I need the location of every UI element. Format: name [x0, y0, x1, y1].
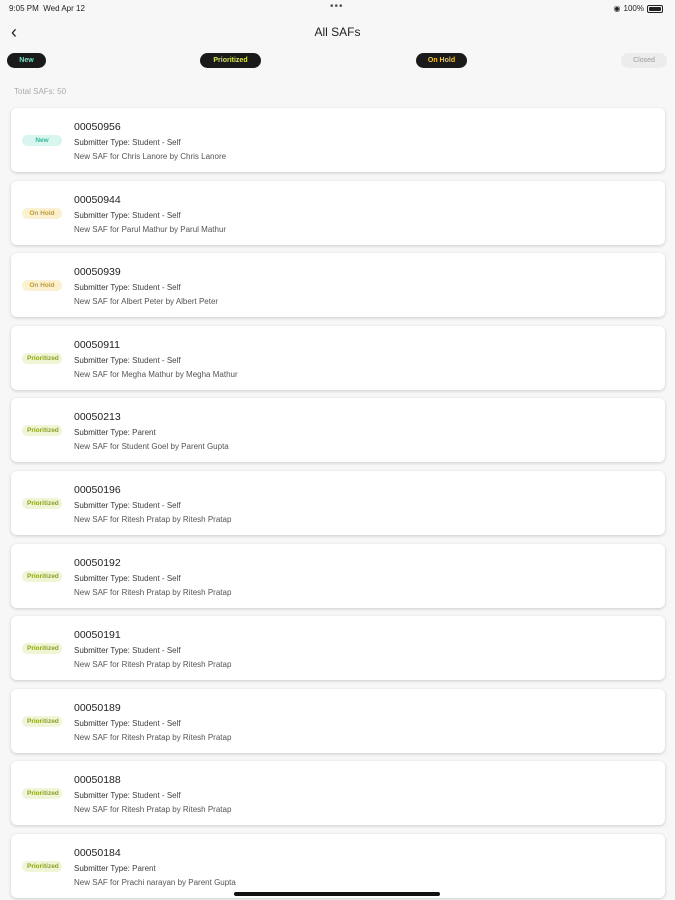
- filter-on-hold[interactable]: On Hold: [416, 53, 467, 68]
- submitter-type-label: Submitter Type:: [74, 500, 130, 510]
- saf-card[interactable]: Prioritized 00050191 Submitter Type: Stude…: [11, 616, 665, 681]
- submitter-type: Submitter Type: Student - Self: [74, 356, 181, 365]
- submitter-type-value: Parent: [132, 863, 156, 873]
- filter-closed[interactable]: Closed: [621, 53, 667, 68]
- submitter-type-value: Student - Self: [132, 500, 181, 510]
- saf-card[interactable]: New 00050956 Submitter Type: Student - Sel…: [11, 108, 665, 172]
- saf-description: New SAF for Albert Peter by Albert Peter: [74, 297, 219, 307]
- submitter-type-value: Student - Self: [132, 718, 181, 728]
- filter-new[interactable]: New: [7, 53, 46, 68]
- submitter-type-label: Submitter Type:: [74, 863, 130, 873]
- submitter-type-value: Student - Self: [132, 138, 181, 147]
- status-badge: Prioritized: [22, 860, 62, 872]
- saf-description: New SAF for Megha Mathur by Megha Mathur: [74, 369, 238, 379]
- filter-prioritized[interactable]: Prioritized: [200, 53, 261, 68]
- status-badge: Prioritized: [22, 352, 62, 364]
- submitter-type-value: Student - Self: [132, 355, 181, 365]
- home-indicator[interactable]: [234, 892, 440, 896]
- status-bar: 9:05 PM Wed Apr 12 ••• ◉ 100%: [0, 0, 675, 18]
- saf-id: 00050939: [74, 266, 121, 279]
- saf-id: 00050956: [74, 121, 121, 133]
- saf-card[interactable]: On Hold 00050939 Submitter Type: Student -…: [11, 253, 665, 318]
- status-time-date: 9:05 PM Wed Apr 12: [9, 4, 85, 13]
- submitter-type-value: Student - Self: [132, 646, 181, 656]
- submitter-type: Submitter Type: Student - Self: [74, 791, 181, 800]
- submitter-type: Submitter Type: Parent: [74, 428, 156, 437]
- saf-card[interactable]: Prioritized 00050189 Submitter Type: Stude…: [11, 688, 665, 753]
- status-date: Wed Apr 12: [43, 4, 85, 13]
- saf-description: New SAF for Student Goel by Parent Gupta: [74, 442, 229, 452]
- submitter-type-label: Submitter Type:: [74, 718, 130, 728]
- status-badge: On Hold: [22, 207, 62, 219]
- saf-description: New SAF for Ritesh Pratap by Ritesh Prat…: [74, 514, 232, 524]
- saf-description: New SAF for Ritesh Pratap by Ritesh Prat…: [74, 660, 232, 670]
- saf-list: New 00050956 Submitter Type: Student - Sel…: [11, 108, 665, 900]
- saf-id: 00050191: [74, 629, 121, 642]
- status-badge: Prioritized: [22, 788, 62, 800]
- wifi-icon: ◉: [613, 4, 621, 13]
- status-time: 9:05 PM: [9, 4, 39, 13]
- submitter-type-label: Submitter Type:: [74, 791, 130, 801]
- status-badge: Prioritized: [22, 570, 62, 582]
- saf-card[interactable]: Prioritized 00050192 Submitter Type: Stude…: [11, 543, 665, 608]
- status-filter-bar: New Prioritized On Hold Closed: [7, 52, 667, 70]
- submitter-type-label: Submitter Type:: [74, 283, 130, 293]
- status-badge: New: [22, 135, 62, 146]
- multitask-dots-icon[interactable]: •••: [330, 1, 344, 12]
- submitter-type-label: Submitter Type:: [74, 646, 130, 656]
- submitter-type-value: Student - Self: [132, 791, 181, 801]
- submitter-type: Submitter Type: Student - Self: [74, 138, 181, 147]
- saf-description: New SAF for Ritesh Pratap by Ritesh Prat…: [74, 732, 232, 742]
- submitter-type: Submitter Type: Student - Self: [74, 283, 181, 292]
- submitter-type: Submitter Type: Parent: [74, 864, 156, 873]
- status-badge: On Hold: [22, 280, 62, 292]
- page-title: All SAFs: [314, 25, 361, 39]
- status-badge: Prioritized: [22, 715, 62, 727]
- status-badge: Prioritized: [22, 497, 62, 509]
- submitter-type: Submitter Type: Student - Self: [74, 574, 181, 583]
- submitter-type-label: Submitter Type:: [74, 428, 130, 438]
- saf-description: New SAF for Parul Mathur by Parul Mathur: [74, 224, 227, 234]
- saf-id: 00050188: [74, 774, 121, 787]
- saf-id: 00050911: [74, 338, 120, 351]
- submitter-type-label: Submitter Type:: [74, 138, 130, 147]
- saf-id: 00050196: [74, 483, 121, 496]
- saf-id: 00050944: [74, 193, 121, 206]
- status-right: ◉ 100%: [614, 4, 663, 13]
- saf-card[interactable]: Prioritized 00050196 Submitter Type: Stude…: [11, 470, 665, 535]
- battery-percent: 100%: [623, 4, 644, 13]
- total-count: Total SAFs: 50: [14, 87, 67, 96]
- status-badge: Prioritized: [22, 425, 62, 437]
- saf-id: 00050213: [74, 411, 121, 424]
- battery-icon: [647, 4, 663, 13]
- saf-description: New SAF for Chris Lanore by Chris Lanore: [74, 152, 227, 161]
- submitter-type-label: Submitter Type:: [74, 210, 130, 220]
- submitter-type: Submitter Type: Student - Self: [74, 211, 181, 220]
- submitter-type-value: Student - Self: [132, 210, 181, 220]
- saf-card[interactable]: Prioritized 00050911 Submitter Type: Stude…: [11, 325, 665, 390]
- saf-card[interactable]: On Hold 00050944 Submitter Type: Student -…: [11, 180, 665, 245]
- saf-description: New SAF for Ritesh Pratap by Ritesh Prat…: [74, 587, 232, 597]
- saf-description: New SAF for Ritesh Pratap by Ritesh Prat…: [74, 805, 232, 815]
- submitter-type-label: Submitter Type:: [74, 355, 130, 365]
- saf-id: 00050189: [74, 701, 121, 714]
- saf-card[interactable]: Prioritized 00050188 Submitter Type: Stude…: [11, 761, 665, 826]
- saf-card[interactable]: Prioritized 00050213 Submitter Type: Paren…: [11, 398, 665, 463]
- submitter-type-value: Student - Self: [132, 573, 181, 583]
- saf-id: 00050192: [74, 556, 121, 569]
- submitter-type-label: Submitter Type:: [74, 573, 130, 583]
- submitter-type: Submitter Type: Student - Self: [74, 501, 181, 510]
- status-badge: Prioritized: [22, 643, 62, 655]
- navigation-bar: ‹ All SAFs: [0, 18, 675, 48]
- saf-description: New SAF for Prachi narayan by Parent Gup…: [74, 877, 236, 887]
- submitter-type-value: Parent: [132, 428, 156, 438]
- submitter-type-value: Student - Self: [132, 283, 181, 293]
- submitter-type: Submitter Type: Student - Self: [74, 646, 181, 655]
- saf-card[interactable]: Prioritized 00050184 Submitter Type: Paren…: [11, 833, 665, 898]
- saf-id: 00050184: [74, 846, 121, 859]
- submitter-type: Submitter Type: Student - Self: [74, 719, 181, 728]
